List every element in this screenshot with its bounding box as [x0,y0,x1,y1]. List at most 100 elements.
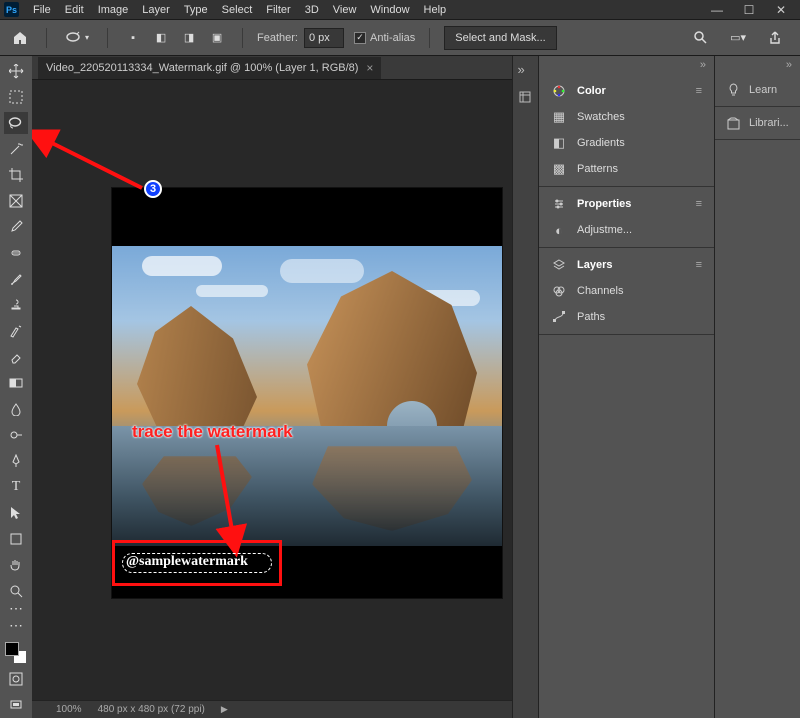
menu-help[interactable]: Help [418,2,453,18]
add-selection-button[interactable]: ◧ [150,27,172,49]
lasso-tool-indicator[interactable]: ▾ [61,27,93,49]
menu-file[interactable]: File [27,2,57,18]
antialias-checkbox[interactable]: ✓ Anti-alias [354,32,415,44]
menu-type[interactable]: Type [178,2,214,18]
document-tabs: Video_220520113334_Watermark.gif @ 100% … [32,56,512,80]
properties-icon [551,196,567,212]
menu-select[interactable]: Select [216,2,259,18]
screen-mode-toggle[interactable] [4,694,28,716]
healing-tool[interactable] [4,242,28,264]
panel-patterns[interactable]: ▩Patterns [539,156,714,182]
blur-tool[interactable] [4,398,28,420]
menu-bar: File Edit Image Layer Type Select Filter… [27,2,710,18]
pen-tool[interactable] [4,450,28,472]
intersect-selection-button[interactable]: ▣ [206,27,228,49]
adjustments-icon: ◐ [551,222,567,238]
move-tool[interactable] [4,60,28,82]
shape-tool[interactable] [4,528,28,550]
right-panels: » Color≡ ▦Swatches ◧Gradients ▩Patterns … [538,56,714,718]
window-controls: — ☐ ✕ [710,3,796,17]
canvas[interactable] [112,188,502,598]
panel-gutter: » [512,56,538,718]
gutter-history-icon[interactable] [518,90,534,106]
canvas-image [112,246,502,546]
side-collapse-icon[interactable]: » [715,56,800,74]
tool-separator: ⋯ [4,606,28,610]
menu-image[interactable]: Image [92,2,135,18]
panel-collapse-icon[interactable]: » [539,56,714,74]
panel-color[interactable]: Color≡ [539,78,714,104]
title-bar: Ps File Edit Image Layer Type Select Fil… [0,0,800,20]
hand-tool[interactable] [4,554,28,576]
edit-toolbar[interactable]: ⋯ [4,614,28,636]
history-brush-tool[interactable] [4,320,28,342]
path-select-tool[interactable] [4,502,28,524]
feather-input[interactable] [304,28,344,48]
share-icon[interactable] [764,27,786,49]
status-bar: 100% 480 px x 480 px (72 ppi) ▶ [32,700,512,718]
layers-icon [551,257,567,273]
step-marker-3: 3 [144,180,162,198]
document-tab-close[interactable]: × [366,61,373,75]
menu-window[interactable]: Window [364,2,415,18]
antialias-label: Anti-alias [370,32,415,44]
panel-gradients[interactable]: ◧Gradients [539,130,714,156]
menu-filter[interactable]: Filter [260,2,296,18]
lightbulb-icon [725,82,741,98]
toolbar-left: T ⋯ ⋯ [0,56,32,718]
gutter-expand-icon[interactable]: » [518,62,534,78]
libraries-icon [725,115,741,131]
document-area: Video_220520113334_Watermark.gif @ 100% … [32,56,512,718]
select-and-mask-button[interactable]: Select and Mask... [444,26,557,50]
side-panels: » Learn Librari... [714,56,800,718]
learn-button[interactable]: Learn [715,74,800,107]
color-swatches[interactable] [5,642,27,664]
home-button[interactable] [8,27,32,49]
frame-tool[interactable] [4,190,28,212]
patterns-icon: ▩ [551,161,567,177]
crop-tool[interactable] [4,164,28,186]
lasso-tool[interactable] [4,112,28,134]
new-selection-button[interactable]: ▪ [122,27,144,49]
panel-layers[interactable]: Layers≡ [539,252,714,278]
eyedropper-tool[interactable] [4,216,28,238]
subtract-selection-button[interactable]: ◨ [178,27,200,49]
minimize-button[interactable]: — [710,3,724,17]
app-logo: Ps [4,2,19,17]
stamp-tool[interactable] [4,294,28,316]
brush-tool[interactable] [4,268,28,290]
type-tool[interactable]: T [4,476,28,498]
workspace-icon[interactable]: ▭▾ [726,27,750,49]
panel-channels[interactable]: Channels [539,278,714,304]
canvas-viewport[interactable]: 3 trace the watermark @samplewatermark [32,80,512,700]
search-icon[interactable] [689,27,712,49]
options-bar: ▾ ▪ ◧ ◨ ▣ Feather: ✓ Anti-alias Select a… [0,20,800,56]
maximize-button[interactable]: ☐ [742,3,756,17]
menu-3d[interactable]: 3D [299,2,325,18]
close-button[interactable]: ✕ [774,3,788,17]
gradients-icon: ◧ [551,135,567,151]
doc-dimensions[interactable]: 480 px x 480 px (72 ppi) [98,704,205,715]
quick-mask-toggle[interactable] [4,668,28,690]
libraries-button[interactable]: Librari... [715,107,800,140]
color-icon [551,83,567,99]
swatches-icon: ▦ [551,109,567,125]
gradient-tool[interactable] [4,372,28,394]
panel-adjustments[interactable]: ◐Adjustme... [539,217,714,243]
panel-swatches[interactable]: ▦Swatches [539,104,714,130]
document-tab[interactable]: Video_220520113334_Watermark.gif @ 100% … [38,57,381,79]
document-tab-label: Video_220520113334_Watermark.gif @ 100% … [46,62,358,74]
panel-properties[interactable]: Properties≡ [539,191,714,217]
panel-paths[interactable]: Paths [539,304,714,330]
annotation-text: trace the watermark [132,422,293,442]
marquee-tool[interactable] [4,86,28,108]
channels-icon [551,283,567,299]
menu-edit[interactable]: Edit [59,2,90,18]
dodge-tool[interactable] [4,424,28,446]
menu-layer[interactable]: Layer [136,2,176,18]
zoom-level[interactable]: 100% [56,704,82,715]
eraser-tool[interactable] [4,346,28,368]
magic-wand-tool[interactable] [4,138,28,160]
paths-icon [551,309,567,325]
menu-view[interactable]: View [327,2,363,18]
